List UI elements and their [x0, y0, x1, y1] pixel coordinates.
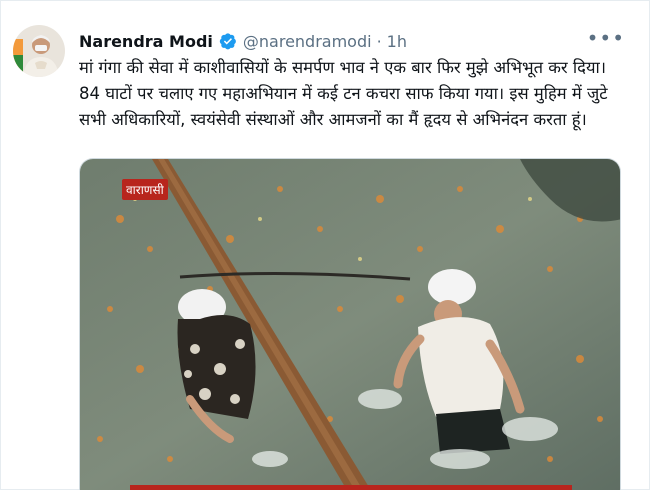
tweet-timestamp[interactable]: 1h	[387, 32, 407, 51]
author-handle[interactable]: @narendramodi	[243, 32, 372, 51]
tweet-text-line: 84 घाटों पर चलाए गए महाअभियान में कई टन …	[79, 84, 608, 103]
author-name[interactable]: Narendra Modi	[79, 32, 213, 51]
avatar[interactable]	[13, 25, 65, 77]
tweet-text: मां गंगा की सेवा में काशीवासियों के समर्…	[79, 55, 639, 133]
tweet-header: Narendra Modi @narendramodi · 1h	[79, 29, 407, 53]
separator-dot: ·	[376, 31, 382, 51]
tweet-text-line: मां गंगा की सेवा में काशीवासियों के समर्…	[79, 58, 607, 77]
tweet-media-image[interactable]: वाराणसी	[79, 158, 621, 490]
more-dots-icon[interactable]: •••	[587, 28, 625, 48]
location-badge: वाराणसी	[122, 179, 168, 200]
tweet-text-line: सभी अधिकारियों, स्वयंसेवी संस्थाओं और आम…	[79, 110, 587, 129]
verified-badge-icon	[219, 32, 237, 50]
tweet-card[interactable]: Narendra Modi @narendramodi · 1h ••• मां…	[0, 0, 650, 490]
